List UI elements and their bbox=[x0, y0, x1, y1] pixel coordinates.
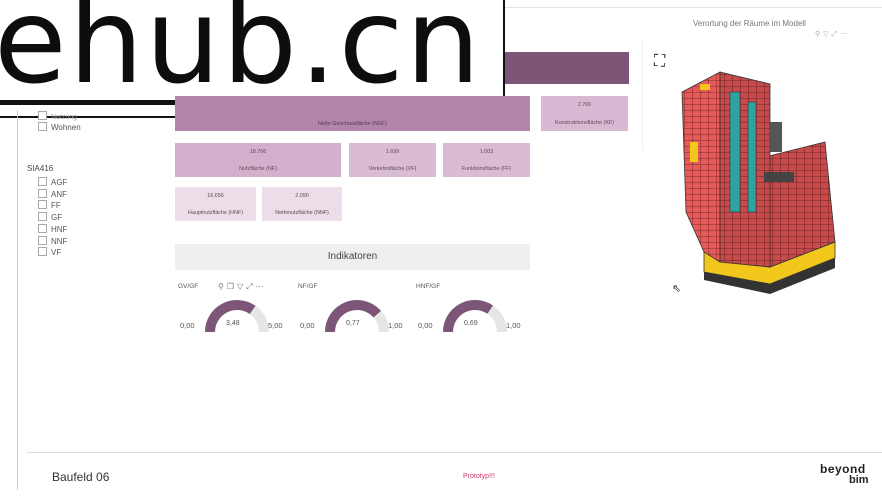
viz-toolbar: ⚲▽⤢⋯ bbox=[815, 30, 850, 39]
filter-item-agf[interactable]: AGF bbox=[38, 177, 67, 187]
checkbox[interactable] bbox=[38, 247, 47, 257]
footer-divider bbox=[27, 452, 882, 453]
gauge-fill bbox=[443, 300, 493, 333]
gauge-chart bbox=[205, 300, 269, 333]
checkbox[interactable] bbox=[38, 200, 47, 210]
checkbox[interactable] bbox=[38, 223, 47, 233]
tile-value: 18.766 bbox=[249, 149, 267, 155]
checkbox[interactable] bbox=[38, 212, 47, 222]
filter-icon[interactable]: ▽ bbox=[237, 282, 246, 291]
tile-kf[interactable]: 2.766 Konstruktionsfläche (KF) bbox=[541, 96, 628, 131]
page-title: Baufeld 06 bbox=[52, 470, 110, 484]
gauge-min: 0,00 bbox=[300, 321, 315, 330]
checkbox[interactable] bbox=[38, 177, 47, 186]
checkbox[interactable] bbox=[38, 188, 47, 198]
more-icon[interactable]: ⋯ bbox=[256, 282, 267, 291]
indicators-title: Indikatoren bbox=[175, 244, 530, 270]
mouse-cursor-icon: ⇖ bbox=[672, 283, 682, 295]
tile-value: 1.003 bbox=[479, 149, 494, 155]
logo-wordmark-sub: bim bbox=[849, 474, 869, 486]
gauge-max: 1,00 bbox=[506, 321, 521, 330]
filter-item-label: AGF bbox=[51, 178, 68, 187]
more-icon[interactable]: ⋯ bbox=[840, 31, 850, 38]
filter-item-label: Wohnen bbox=[51, 123, 81, 132]
tile-value: 1.699 bbox=[385, 149, 400, 155]
prototype-label: Prototyp!!! bbox=[463, 473, 495, 480]
gauge-min: 0,00 bbox=[418, 321, 433, 330]
gauge-max: 5,00 bbox=[268, 321, 283, 330]
tile-hnf[interactable]: 16.656 Hauptnutzfläche (HNF) bbox=[175, 187, 256, 221]
header-accent-bar bbox=[505, 52, 629, 84]
tile-label: Verkehrsfläche (VF) bbox=[368, 166, 417, 172]
tile-value: 16.656 bbox=[207, 193, 224, 199]
gauge-label: NF/GF bbox=[298, 283, 318, 290]
copy-icon[interactable]: ❐ bbox=[227, 282, 237, 291]
gauge-fill bbox=[205, 300, 256, 333]
gauge-max: 1,00 bbox=[388, 321, 403, 330]
expand-icon[interactable]: ⤢ bbox=[246, 282, 255, 291]
viz-title: Verortung der Räume im Modell bbox=[693, 19, 806, 28]
filter-item-hnf[interactable]: HNF bbox=[38, 223, 68, 234]
gauge-value: 3,48 bbox=[226, 320, 240, 327]
pin-icon[interactable]: ⚲ bbox=[218, 282, 227, 291]
filter-group-title: SIA416 bbox=[27, 164, 54, 173]
tile-ff[interactable]: 1.003 Funktionsfläche (FF) bbox=[443, 143, 530, 177]
gauge-value: 0,77 bbox=[346, 320, 360, 327]
watermark-text: ehub.cn bbox=[0, 0, 483, 110]
gauge-value: 0,69 bbox=[464, 320, 478, 327]
tile-ngf[interactable]: Netto Geschossfläche (NGF) bbox=[175, 96, 530, 131]
filter-item-nnf[interactable]: NNF bbox=[38, 235, 68, 246]
tile-nnf[interactable]: 2.090 Nettonutzfläche (NNF) bbox=[262, 187, 342, 221]
tile-label: Funktionsfläche (FF) bbox=[461, 166, 512, 172]
gauge-min: 0,00 bbox=[180, 321, 195, 330]
checkbox[interactable] bbox=[38, 235, 47, 245]
tile-label: Nettonutzfläche (NNF) bbox=[275, 210, 329, 216]
tile-value: 2.766 bbox=[577, 102, 592, 108]
filter-item-label: FF bbox=[51, 201, 61, 211]
filter-item-label: VF bbox=[51, 248, 62, 258]
tile-label: Konstruktionsfläche (KF) bbox=[554, 120, 615, 126]
visual-toolbar: ⚲❐▽⤢⋯ bbox=[218, 282, 267, 292]
filter-item-partial[interactable]: Nutzung bbox=[38, 111, 77, 121]
filter-item-label: GF bbox=[51, 213, 63, 223]
tile-value: 2.090 bbox=[295, 193, 309, 199]
filter-item-wohnen[interactable]: Wohnen bbox=[38, 122, 81, 132]
filter-item-label: HNF bbox=[51, 224, 68, 234]
filter-item-gf[interactable]: GF bbox=[38, 212, 62, 222]
tile-vf[interactable]: 1.699 Verkehrsfläche (VF) bbox=[349, 143, 436, 177]
filter-item-anf[interactable]: ANF bbox=[38, 188, 67, 199]
filter-item-ff[interactable]: FF bbox=[38, 200, 61, 210]
viz-divider bbox=[642, 40, 643, 150]
gauge-chart bbox=[325, 300, 389, 333]
tile-nf[interactable]: 18.766 Nutzfläche (NF) bbox=[175, 143, 341, 177]
checkbox[interactable] bbox=[38, 122, 47, 131]
checkbox[interactable] bbox=[38, 111, 47, 120]
filter-icon[interactable]: ▽ bbox=[823, 31, 831, 38]
filter-item-label: NNF bbox=[51, 236, 68, 246]
building-model-3d[interactable] bbox=[660, 62, 860, 302]
left-divider bbox=[17, 110, 18, 490]
top-divider bbox=[505, 7, 882, 8]
gauge-fill bbox=[325, 300, 381, 333]
gauge-label: HNF/GF bbox=[416, 283, 441, 290]
expand-icon[interactable]: ⤢ bbox=[832, 31, 841, 38]
tile-label: Netto Geschossfläche (NGF) bbox=[317, 121, 388, 127]
tile-label: Nutzfläche (NF) bbox=[239, 166, 277, 172]
gauge-chart bbox=[443, 300, 507, 333]
filter-item-label: ANF bbox=[51, 189, 67, 199]
pin-icon[interactable]: ⚲ bbox=[815, 31, 823, 38]
tile-label: Hauptnutzfläche (HNF) bbox=[187, 210, 244, 216]
gauge-label: GV/GF bbox=[178, 283, 199, 290]
filter-item-vf[interactable]: VF bbox=[38, 247, 61, 257]
